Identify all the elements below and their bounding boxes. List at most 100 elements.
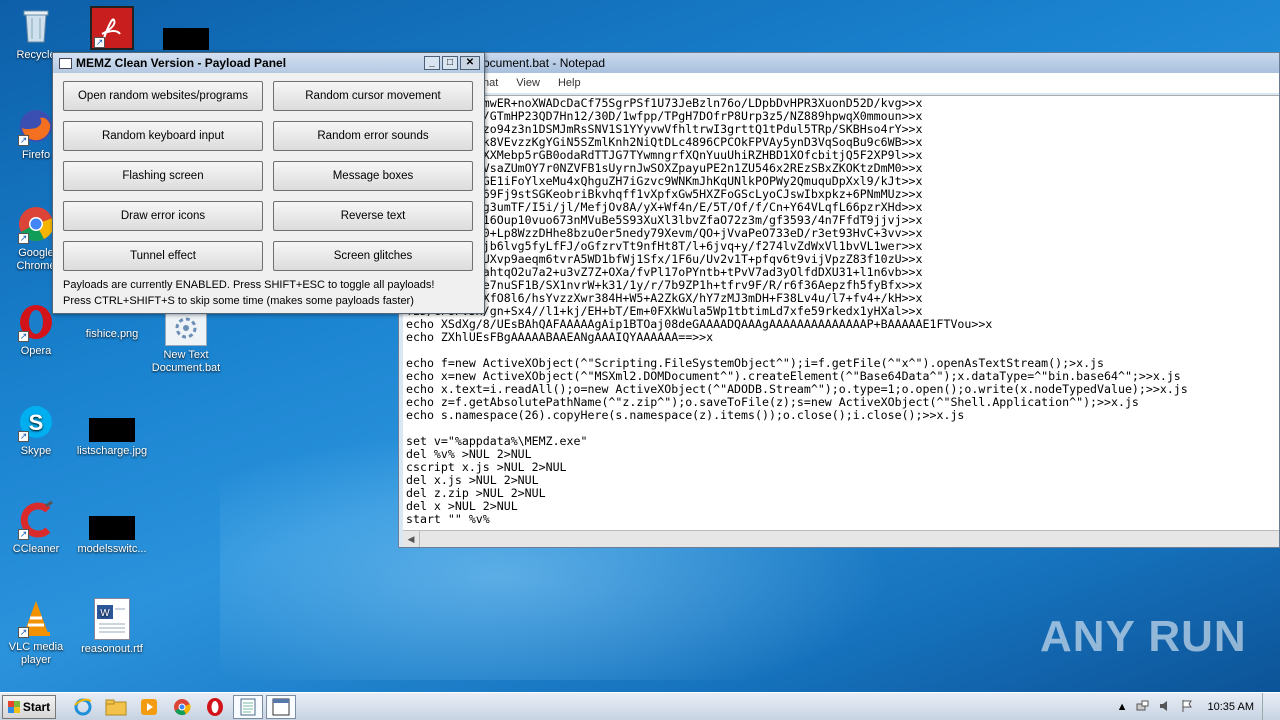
shortcut-arrow-icon: ↗ <box>18 331 29 342</box>
opera-icon <box>207 697 223 716</box>
payload-message-boxes-button[interactable]: Message boxes <box>273 161 473 191</box>
notepad-text-line: echo f=new ActiveXObject(^"Scripting.Fil… <box>406 357 1105 370</box>
notepad-text-line: echo x.text=i.readAll();o=new ActiveXObj… <box>406 383 1188 396</box>
desktop-icon-label: CCleaner <box>12 543 60 555</box>
show-hidden-icons-icon[interactable]: ▲ <box>1117 701 1128 713</box>
clock[interactable]: 10:35 AM <box>1208 701 1254 713</box>
network-icon[interactable] <box>1136 699 1150 716</box>
action-center-flag-icon[interactable] <box>1180 699 1194 716</box>
payload-draw-error-icons-button[interactable]: Draw error icons <box>63 201 263 231</box>
memz-titlebar[interactable]: MEMZ Clean Version - Payload Panel _ □ ✕ <box>53 53 484 73</box>
desktop-icon-ccleaner[interactable]: ↗ CCleaner <box>0 500 72 556</box>
firefox-icon: ↗ <box>16 106 56 146</box>
anyrun-watermark: ANY RUN <box>1040 612 1247 662</box>
payload-flashing-screen-button[interactable]: Flashing screen <box>63 161 263 191</box>
desktop-icon-bat-file[interactable]: New Text Document.bat <box>150 310 222 375</box>
start-label: Start <box>22 699 51 714</box>
notepad-text-line: ZP1chvtBkvOGE1iFoYlxeMu4xQhguZH7iGzvc9WN… <box>406 175 923 188</box>
notepad-text-line: 2veqymoddT6ahtqO2u7a2+u3vZ7Z+OXa/fvPl17o… <box>406 266 923 279</box>
payload-random-cursor-button[interactable]: Random cursor movement <box>273 81 473 111</box>
shortcut-arrow-icon: ↗ <box>18 431 29 442</box>
notepad-text-line: echo z=f.getAbsolutePathName(^"z.zip^");… <box>406 396 1139 409</box>
notepad-text-line: start "" %v% <box>406 513 490 526</box>
skype-icon: S ↗ <box>16 402 56 442</box>
notepad-text-line: +WX8hw8v5JfXfO8l6/hsYvzzXwr384H+W5+A2ZkG… <box>406 292 923 305</box>
start-button[interactable]: Start <box>2 694 56 719</box>
desktop-icon-label: Skype <box>20 445 52 457</box>
minimize-button[interactable]: _ <box>424 56 440 70</box>
black-file-icon <box>163 28 209 50</box>
desktop-icon-modelsswitch[interactable]: modelsswitc... <box>76 500 148 556</box>
shortcut-arrow-icon: ↗ <box>18 529 29 540</box>
pdf-icon: ↗ <box>90 6 134 50</box>
volume-icon[interactable] <box>1158 699 1172 716</box>
taskbar-notepad[interactable] <box>233 694 263 719</box>
notepad-text-line: echo s.namespace(26).copyHere(s.namespac… <box>406 409 965 422</box>
taskbar-ie[interactable] <box>68 695 98 719</box>
desktop-icon-pdf[interactable]: ↗ <box>76 6 148 53</box>
notepad-text-line: CALWA1oBQQBmwER+noXWADcDaCf75SgrPSf1U73J… <box>406 97 923 110</box>
notepad-text-area[interactable]: CALWA1oBQQBmwER+noXWADcDaCf75SgrPSf1U73J… <box>403 95 1279 535</box>
desktop-icon-label: fishice.png <box>85 328 139 340</box>
maximize-button[interactable]: □ <box>442 56 458 70</box>
image-file-icon <box>89 516 135 540</box>
chrome-icon: ↗ <box>16 204 56 244</box>
app-window-icon <box>59 57 72 69</box>
notepad-text-line: jTspG1kVLW5XXMebp5rGB0odaRdTTJG7TYwmngrf… <box>406 149 923 162</box>
desktop-icon-skype[interactable]: S ↗ Skype <box>0 402 72 458</box>
payload-status-text: Payloads are currently ENABLED. Press SH… <box>63 279 435 291</box>
menu-format[interactable]: nat <box>483 77 498 89</box>
memz-title: MEMZ Clean Version - Payload Panel <box>76 56 287 70</box>
svg-text:W: W <box>100 608 110 619</box>
notepad-text-line: rO9f5FF8v/rg3umTF/I5i/jl/MefjOv8A/yX+Wf4… <box>406 201 923 214</box>
notepad-icon <box>240 698 256 715</box>
payload-random-keyboard-button[interactable]: Random keyboard input <box>63 121 263 151</box>
word-doc-icon: W <box>94 598 130 640</box>
taskbar-explorer[interactable] <box>101 695 131 719</box>
notepad-text-line: mU3fGrRwtXYk8VEvzzKgYGiN5SZmlKnh2NiQtDLc… <box>406 136 923 149</box>
show-desktop-button[interactable] <box>1262 693 1272 720</box>
notepad-text-line: cscript x.js >NUL 2>NUL <box>406 461 567 474</box>
payload-tunnel-effect-button[interactable]: Tunnel effect <box>63 241 263 271</box>
scroll-left-arrow-icon[interactable]: ◀ <box>403 531 420 547</box>
desktop-icon-reasonout[interactable]: W reasonout.rtf <box>76 598 148 656</box>
desktop-icon-listscharge[interactable]: listscharge.jpg <box>76 402 148 458</box>
notepad-text-line: J6+gdJKrHPgzo94z3n1DSMJmRsSNV1S1YYyvwVfh… <box>406 123 923 136</box>
notepad-text-line: echo x=new ActiveXObject(^"MSXml2.DOMDoc… <box>406 370 1181 383</box>
notepad-title: ocument.bat - Notepad <box>483 56 606 70</box>
payload-screen-glitches-button[interactable]: Screen glitches <box>273 241 473 271</box>
ie-icon <box>74 698 92 715</box>
shortcut-arrow-icon: ↗ <box>94 37 105 48</box>
svg-text:S: S <box>29 410 44 435</box>
notepad-text-line: RyT6ENnUwOv69Fj9stSGKeobriBkvhqff1vXpfxG… <box>406 188 923 201</box>
close-button[interactable]: ✕ <box>460 56 480 70</box>
taskbar-opera[interactable] <box>200 695 230 719</box>
payload-open-random-websites-button[interactable]: Open random websites/programs <box>63 81 263 111</box>
menu-view[interactable]: View <box>516 77 540 89</box>
desktop-icon-vlc[interactable]: ↗ VLC media player <box>0 598 72 667</box>
memz-payload-panel[interactable]: MEMZ Clean Version - Payload Panel _ □ ✕… <box>52 52 485 314</box>
payload-reverse-text-button[interactable]: Reverse text <box>273 201 473 231</box>
shortcut-arrow-icon: ↗ <box>18 135 29 146</box>
taskbar-media-player[interactable] <box>134 695 164 719</box>
taskbar-chrome[interactable] <box>167 695 197 719</box>
notepad-titlebar[interactable]: ocument.bat - Notepad <box>399 53 1279 73</box>
batch-file-icon <box>165 310 207 346</box>
notepad-text-line: set v="%appdata%\MEMZ.exe" <box>406 435 588 448</box>
notepad-window[interactable]: ocument.bat - Notepad nat View Help CALW… <box>398 52 1280 548</box>
desktop-icon-label: listscharge.jpg <box>76 445 148 457</box>
desktop-icon-label: Opera <box>20 345 52 357</box>
taskbar-memz-panel[interactable] <box>266 694 296 719</box>
desktop-icon-black-file[interactable] <box>150 6 222 53</box>
notepad-text-line: st03ea60/UF16Oup10vuo673nMVuBe5S93XuXl3l… <box>406 214 923 227</box>
windows-flag-icon <box>7 700 20 713</box>
explorer-icon <box>105 699 127 715</box>
horizontal-scrollbar[interactable]: ◀ <box>403 530 1279 547</box>
payload-random-error-sounds-button[interactable]: Random error sounds <box>273 121 473 151</box>
menu-help[interactable]: Help <box>558 77 581 89</box>
notepad-text-line: om6/XXP1h2se7nuSF1B/SX1nvrW+k31/1y/r/7b9… <box>406 279 923 292</box>
system-tray: ▲ 10:35 AM <box>1117 693 1280 720</box>
notepad-text-line: echo XSdXg/8/UEsBAhQAFAAAAAgAip1BTOaj08d… <box>406 318 993 331</box>
desktop-icon-fishice[interactable]: fishice.png <box>76 328 148 341</box>
notepad-text-line: +r7Vb+u+l1VUXvp9aeqm6tvrA5WD1bfWj1Sfx/1F… <box>406 253 923 266</box>
